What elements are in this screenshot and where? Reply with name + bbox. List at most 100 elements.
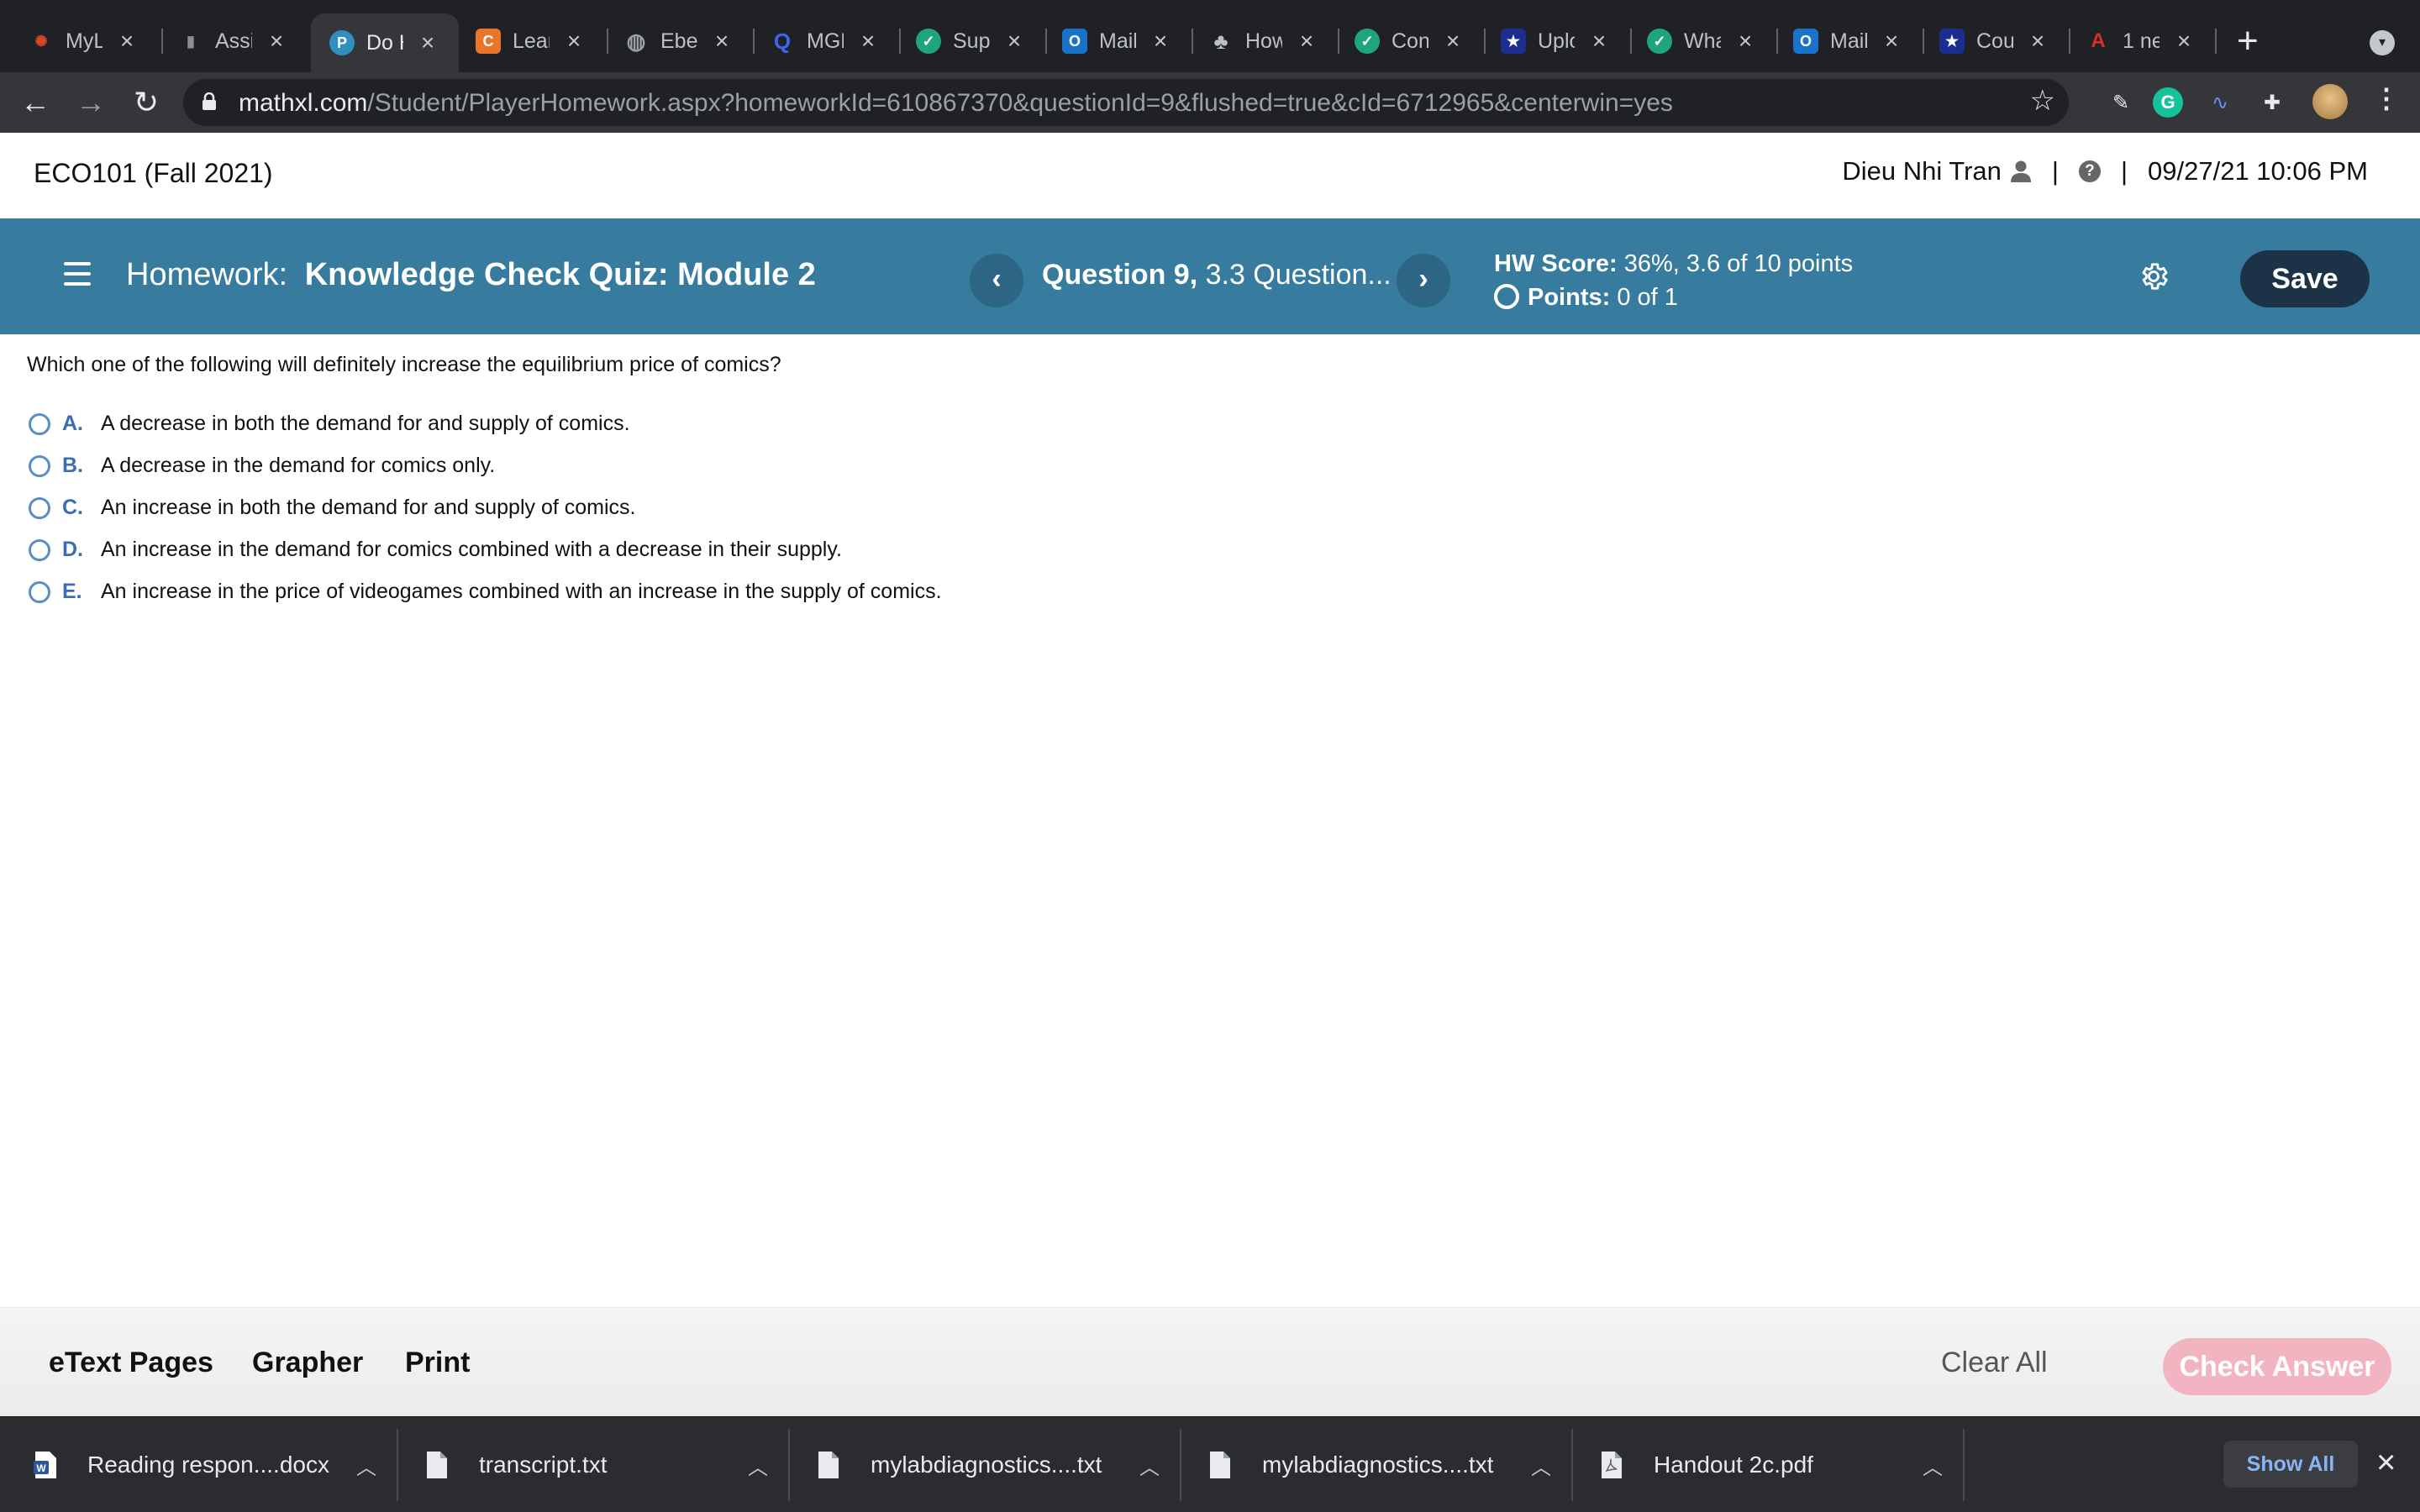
question-label[interactable]: Question 9, 3.3 Question... <box>1042 259 1392 291</box>
save-button[interactable]: Save <box>2240 250 2370 307</box>
browser-tab[interactable]: ★ Cou × <box>1939 22 2049 60</box>
browser-menu-icon[interactable]: ⋮ <box>2373 82 2400 114</box>
browser-tab[interactable]: A 1 ne × <box>2086 22 2195 60</box>
radio-button[interactable] <box>29 580 50 603</box>
lock-icon <box>203 92 216 110</box>
menu-icon[interactable] <box>64 262 91 286</box>
close-icon[interactable]: × <box>1881 28 1902 55</box>
close-icon[interactable]: × <box>1150 28 1171 55</box>
browser-tab[interactable]: Q MGM × <box>770 22 879 60</box>
download-filename: transcript.txt <box>479 1452 608 1478</box>
back-arrow-icon[interactable]: ← <box>13 81 57 124</box>
hw-score-value: 36%, 3.6 of 10 points <box>1623 250 1854 277</box>
grammarly-icon[interactable]: G <box>2153 87 2183 118</box>
radio-button[interactable] <box>29 496 50 519</box>
browser-tab[interactable]: ♣ How × <box>1208 22 1318 60</box>
choice-letter: E. <box>62 580 82 603</box>
choice-text[interactable]: A decrease in the demand for comics only… <box>101 454 495 478</box>
tab-search-chevron-icon[interactable]: ▾ <box>2370 30 2395 55</box>
previous-question-button[interactable]: ‹ <box>970 254 1023 307</box>
close-icon[interactable]: × <box>1588 28 1610 55</box>
chevron-up-icon[interactable]: ︿ <box>356 1451 376 1480</box>
divider: | <box>2120 156 2128 186</box>
close-icon[interactable]: × <box>417 29 439 56</box>
close-icon[interactable]: × <box>1296 28 1318 55</box>
url-text: mathxl.com/Student/PlayerHomework.aspx?h… <box>239 89 1673 118</box>
radio-button[interactable] <box>29 412 50 435</box>
choice-text[interactable]: An increase in the price of videogames c… <box>101 580 942 604</box>
homework-prefix: Homework: <box>126 257 288 292</box>
choice-text[interactable]: A decrease in both the demand for and su… <box>101 412 630 436</box>
answer-choice-a[interactable]: A. A decrease in both the demand for and… <box>29 412 630 436</box>
radio-button[interactable] <box>29 454 50 477</box>
show-all-downloads-button[interactable]: Show All <box>2223 1441 2358 1488</box>
close-icon[interactable]: × <box>711 28 733 55</box>
waveform-extension-icon[interactable]: ∿ <box>2205 87 2235 118</box>
close-icon[interactable]: × <box>2173 28 2195 55</box>
next-question-button[interactable]: › <box>1397 254 1450 307</box>
radio-button[interactable] <box>29 538 50 561</box>
address-bar[interactable]: mathxl.com/Student/PlayerHomework.aspx?h… <box>183 79 2069 126</box>
chevron-up-icon[interactable]: ︿ <box>1923 1451 1943 1480</box>
tab-label: How <box>1245 29 1282 53</box>
bookmark-star-icon[interactable]: ☆ <box>2030 84 2055 118</box>
close-icon[interactable]: × <box>857 28 879 55</box>
close-icon[interactable]: × <box>1003 28 1025 55</box>
close-icon[interactable]: × <box>116 28 138 55</box>
browser-tab[interactable]: ▮ Assi × <box>178 22 287 60</box>
browser-tab[interactable]: ✓ Sup × <box>916 22 1025 60</box>
browser-tab[interactable]: ★ Uplo × <box>1501 22 1610 60</box>
grapher-button[interactable]: Grapher <box>252 1347 363 1379</box>
clear-all-button[interactable]: Clear All <box>1941 1347 2048 1379</box>
user-area: Dieu Nhi Tran | ? | 09/27/21 10:06 PM <box>1842 156 2368 186</box>
browser-tab[interactable]: ✺ MyL × <box>29 22 138 60</box>
download-item[interactable]: mylabdiagnostics....txt ︿ <box>783 1417 1175 1512</box>
choice-text[interactable]: An increase in both the demand for and s… <box>101 496 635 520</box>
close-icon[interactable]: × <box>1442 28 1464 55</box>
answer-choice-b[interactable]: B. A decrease in the demand for comics o… <box>29 454 495 478</box>
browser-tab[interactable]: ◍ Ebe × <box>623 22 733 60</box>
browser-tab[interactable]: C Lear × <box>476 22 585 60</box>
download-item[interactable]: Handout 2c.pdf ︿ <box>1566 1417 1958 1512</box>
browser-tab[interactable]: ✓ Wha × <box>1647 22 1756 60</box>
reload-icon[interactable]: ↻ <box>124 81 168 124</box>
gear-icon[interactable] <box>2138 260 2170 292</box>
print-button[interactable]: Print <box>405 1347 470 1379</box>
download-separator <box>1963 1429 1965 1501</box>
answer-choice-d[interactable]: D. An increase in the demand for comics … <box>29 538 842 562</box>
puzzle-extensions-icon[interactable]: ✚ <box>2257 87 2287 118</box>
answer-choice-e[interactable]: E. An increase in the price of videogame… <box>29 580 942 604</box>
tab-separator <box>1338 29 1339 54</box>
user-name[interactable]: Dieu Nhi Tran <box>1842 156 2002 186</box>
help-icon[interactable]: ? <box>2078 160 2101 182</box>
new-tab-button[interactable]: + <box>2237 20 2259 62</box>
browser-tab[interactable]: ✓ Con × <box>1355 22 1464 60</box>
tab-separator <box>2069 29 2070 54</box>
forward-arrow-icon[interactable]: → <box>69 81 113 124</box>
check-answer-button[interactable]: Check Answer <box>2163 1338 2391 1395</box>
chevron-up-icon[interactable]: ︿ <box>1139 1451 1160 1480</box>
browser-tab[interactable]: O Mail × <box>1793 22 1902 60</box>
close-icon[interactable]: × <box>1734 28 1756 55</box>
chevron-up-icon[interactable]: ︿ <box>1531 1451 1551 1480</box>
tab-separator <box>1923 29 1924 54</box>
close-icon[interactable]: × <box>2027 28 2049 55</box>
question-number: Question 9, <box>1042 259 1198 291</box>
answer-choice-c[interactable]: C. An increase in both the demand for an… <box>29 496 635 520</box>
etext-pages-button[interactable]: eText Pages <box>49 1347 213 1379</box>
download-filename: mylabdiagnostics....txt <box>1262 1452 1494 1478</box>
browser-tab-active[interactable]: P Do H × <box>311 13 459 72</box>
profile-avatar[interactable] <box>2312 84 2348 119</box>
download-item[interactable]: W Reading respon....docx ︿ <box>0 1417 392 1512</box>
chevron-up-icon[interactable]: ︿ <box>748 1451 768 1480</box>
choice-text[interactable]: An increase in the demand for comics com… <box>101 538 842 562</box>
close-icon[interactable]: × <box>563 28 585 55</box>
close-icon[interactable]: × <box>266 28 287 55</box>
pen-extension-icon[interactable]: ✎ <box>2106 87 2136 118</box>
course-header: ECO101 (Fall 2021) Dieu Nhi Tran | ? | 0… <box>0 133 2420 218</box>
download-item[interactable]: transcript.txt ︿ <box>392 1417 783 1512</box>
tab-separator <box>753 29 755 54</box>
browser-tab[interactable]: O Mail × <box>1062 22 1171 60</box>
download-item[interactable]: mylabdiagnostics....txt ︿ <box>1175 1417 1566 1512</box>
close-icon[interactable]: × <box>2376 1446 2396 1479</box>
